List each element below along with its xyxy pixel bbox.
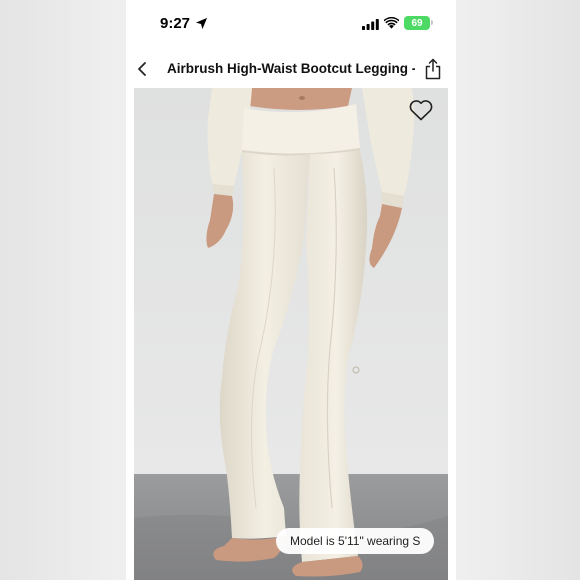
cellular-signal-icon xyxy=(362,19,379,30)
phone-screen: 9:27 69 Airbrush High-Waist Bootcut Legg… xyxy=(126,0,456,580)
page-title: Airbrush High-Waist Bootcut Legging - I.… xyxy=(167,61,415,76)
heart-outline-icon[interactable] xyxy=(408,98,434,122)
navigation-bar: Airbrush High-Waist Bootcut Legging - I.… xyxy=(126,52,456,86)
product-photo xyxy=(134,88,448,580)
battery-cap xyxy=(431,20,433,25)
model-size-caption: Model is 5'11" wearing S xyxy=(276,528,435,554)
battery-indicator: 69 xyxy=(404,16,430,30)
product-image[interactable]: Model is 5'11" wearing S xyxy=(134,88,448,580)
status-time: 9:27 xyxy=(160,15,191,32)
battery-level: 69 xyxy=(411,17,423,29)
chevron-left-icon[interactable] xyxy=(134,60,152,78)
status-bar: 9:27 69 xyxy=(126,0,456,48)
share-icon[interactable] xyxy=(424,58,442,80)
location-arrow-icon xyxy=(195,17,208,30)
wifi-icon xyxy=(384,17,399,29)
